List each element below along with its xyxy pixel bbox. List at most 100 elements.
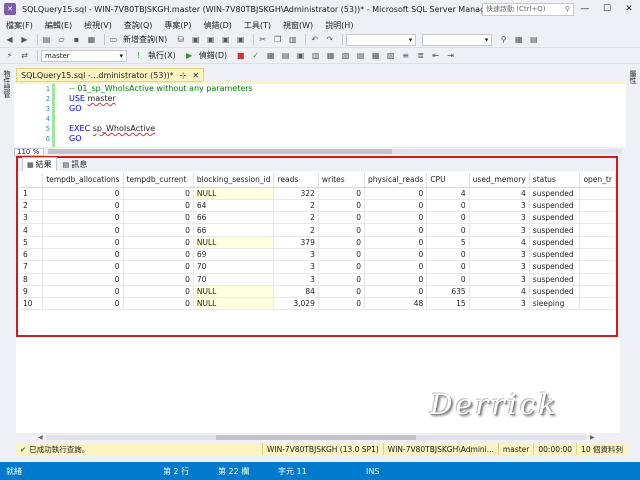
debug-icon[interactable]: ▶ bbox=[184, 50, 195, 61]
undo-icon[interactable]: ↶ bbox=[309, 34, 320, 45]
back-icon[interactable]: ◀ bbox=[4, 34, 15, 45]
column-header[interactable]: writes bbox=[318, 173, 366, 188]
table-cell[interactable]: 0 bbox=[364, 199, 428, 213]
intellisense-icon[interactable]: ▣ bbox=[295, 50, 306, 61]
table-cell[interactable]: 2 bbox=[273, 223, 319, 237]
table-cell[interactable]: 3 bbox=[469, 273, 530, 286]
table-cell[interactable]: 0 bbox=[123, 211, 194, 225]
table-row[interactable]: 4 0 0 66 2 0 0 0 3 suspended bbox=[20, 223, 616, 237]
table-cell[interactable]: 69 bbox=[193, 248, 275, 262]
column-header[interactable]: reads bbox=[273, 173, 319, 188]
table-cell[interactable]: 4 bbox=[469, 187, 530, 200]
table-cell[interactable]: 0 bbox=[364, 223, 428, 237]
table-cell[interactable]: 0 bbox=[42, 187, 124, 200]
tab-messages[interactable]: ▤ 訊息 bbox=[59, 158, 92, 171]
cut-icon[interactable]: ✂ bbox=[257, 34, 268, 45]
table-cell[interactable]: 0 bbox=[318, 297, 366, 311]
table-cell[interactable]: 0 bbox=[318, 236, 366, 249]
table-cell[interactable] bbox=[579, 236, 616, 249]
toolbox-icon[interactable]: ▦ bbox=[513, 34, 524, 45]
table-cell[interactable]: 0 bbox=[364, 273, 428, 286]
table-cell[interactable]: 0 bbox=[318, 248, 366, 262]
table-cell[interactable]: 3 bbox=[273, 248, 319, 262]
column-header[interactable]: tempdb_current bbox=[123, 173, 194, 188]
table-cell[interactable]: 0 bbox=[123, 260, 194, 274]
table-row[interactable]: 6 0 0 69 3 0 0 0 3 suspended bbox=[20, 248, 616, 262]
results-grid[interactable]: tempdb_allocations tempdb_current blocki… bbox=[20, 173, 616, 311]
table-cell[interactable]: 0 bbox=[426, 273, 470, 286]
execute-icon[interactable]: ! bbox=[133, 50, 144, 61]
table-cell[interactable]: 70 bbox=[193, 260, 275, 274]
table-cell[interactable]: 0 bbox=[123, 199, 194, 213]
close-button[interactable]: ✕ bbox=[618, 4, 640, 14]
table-cell[interactable] bbox=[579, 297, 616, 311]
table-cell[interactable]: 0 bbox=[364, 260, 428, 274]
table-cell[interactable]: suspended bbox=[529, 285, 581, 299]
results-horizontal-scrollbar[interactable]: ◀ ▶ bbox=[16, 433, 620, 441]
table-cell[interactable]: 0 bbox=[123, 223, 194, 237]
row-number-cell[interactable]: 5 bbox=[20, 236, 44, 249]
column-header[interactable]: CPU bbox=[426, 173, 470, 188]
table-cell[interactable]: 2 bbox=[273, 211, 319, 225]
row-number-cell[interactable]: 10 bbox=[20, 297, 44, 311]
table-row[interactable]: 7 0 0 70 3 0 0 0 3 suspended bbox=[20, 260, 616, 274]
pin-icon[interactable]: ⊹ bbox=[180, 71, 187, 80]
row-number-cell[interactable]: 7 bbox=[20, 260, 44, 274]
table-cell[interactable]: 4 bbox=[426, 187, 470, 200]
table-cell[interactable]: 64 bbox=[193, 199, 275, 213]
table-cell[interactable]: 5 bbox=[426, 236, 470, 249]
tab-results[interactable]: ▦ 結果 bbox=[22, 157, 57, 171]
table-cell[interactable]: 0 bbox=[318, 223, 366, 237]
results-to-text-icon[interactable]: ▤ bbox=[355, 50, 366, 61]
table-cell[interactable]: 0 bbox=[123, 285, 194, 299]
table-row[interactable]: 9 0 0 NULL 84 0 0 635 4 suspended bbox=[20, 285, 616, 299]
menu-file[interactable]: 檔案(F) bbox=[6, 20, 33, 31]
dax-icon[interactable]: ▣ bbox=[235, 34, 246, 45]
query-editor[interactable]: 1 2 3 4 5 6 -- 01_sp_WhoIsActive without… bbox=[14, 84, 626, 147]
table-cell[interactable]: suspended bbox=[529, 236, 581, 249]
table-cell[interactable]: 4 bbox=[469, 285, 530, 299]
table-cell[interactable]: NULL bbox=[193, 236, 275, 249]
table-cell[interactable]: 0 bbox=[123, 273, 194, 286]
maximize-button[interactable]: ☐ bbox=[596, 4, 618, 14]
table-row[interactable]: 8 0 0 70 3 0 0 0 3 suspended bbox=[20, 273, 616, 286]
table-cell[interactable]: 3 bbox=[469, 260, 530, 274]
table-row[interactable]: 5 0 0 NULL 379 0 0 5 4 suspended bbox=[20, 236, 616, 249]
new-query-button[interactable]: 新增查詢(N) bbox=[123, 34, 167, 45]
debug-button[interactable]: 偵錯(D) bbox=[199, 50, 227, 61]
table-cell[interactable]: suspended bbox=[529, 211, 581, 225]
parse-icon[interactable]: ✓ bbox=[250, 50, 261, 61]
menu-edit[interactable]: 編輯(E) bbox=[45, 20, 72, 31]
open-file-icon[interactable]: ▱ bbox=[56, 34, 67, 45]
query-designer-icon[interactable]: ▤ bbox=[280, 50, 291, 61]
table-cell[interactable] bbox=[579, 223, 616, 237]
table-cell[interactable]: 66 bbox=[193, 223, 275, 237]
forward-icon[interactable]: ▶ bbox=[19, 34, 30, 45]
minimize-button[interactable]: — bbox=[574, 4, 596, 14]
table-cell[interactable]: 0 bbox=[364, 187, 428, 200]
table-cell[interactable]: suspended bbox=[529, 273, 581, 286]
table-cell[interactable]: 84 bbox=[273, 285, 319, 299]
table-cell[interactable] bbox=[579, 199, 616, 213]
column-header[interactable]: open_tr bbox=[579, 173, 616, 188]
table-cell[interactable]: 3 bbox=[273, 273, 319, 286]
table-cell[interactable]: NULL bbox=[193, 285, 275, 299]
table-cell[interactable]: 0 bbox=[364, 285, 428, 299]
scroll-left-icon[interactable]: ◀ bbox=[38, 434, 43, 441]
new-project-icon[interactable]: ▤ bbox=[41, 34, 52, 45]
table-cell[interactable]: 66 bbox=[193, 211, 275, 225]
table-cell[interactable]: 3 bbox=[469, 297, 530, 311]
table-cell[interactable] bbox=[579, 248, 616, 262]
table-cell[interactable]: 0 bbox=[426, 223, 470, 237]
row-number-cell[interactable]: 1 bbox=[20, 187, 44, 200]
row-number-cell[interactable]: 8 bbox=[20, 273, 44, 286]
execute-button[interactable]: 執行(X) bbox=[148, 50, 176, 61]
scroll-right-icon[interactable]: ▶ bbox=[590, 434, 595, 441]
table-cell[interactable]: suspended bbox=[529, 187, 581, 200]
live-stats-icon[interactable]: ▦ bbox=[325, 50, 336, 61]
find-select[interactable]: ▾ bbox=[422, 33, 493, 46]
table-cell[interactable] bbox=[579, 211, 616, 225]
table-cell[interactable]: 0 bbox=[42, 211, 124, 225]
table-cell[interactable]: suspended bbox=[529, 248, 581, 262]
table-cell[interactable]: 0 bbox=[123, 297, 194, 311]
